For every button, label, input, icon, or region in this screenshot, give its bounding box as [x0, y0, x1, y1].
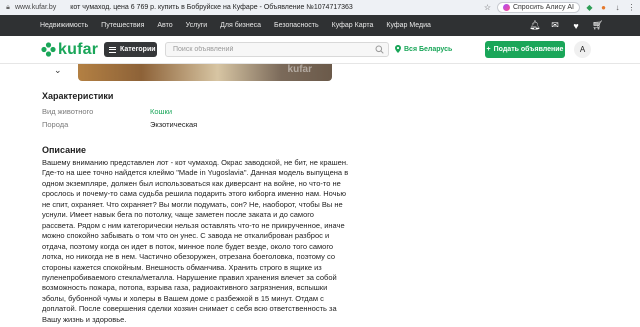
ask-alice-button[interactable]: Спросить Алису AI — [496, 2, 580, 13]
nav-link-map[interactable]: Куфар Карта — [332, 22, 374, 29]
page-tab-title: кот чумаход. цена 6 769 р. купить в Бобр… — [70, 4, 353, 11]
description-line: срослось и почему-то сама судьба решила … — [42, 189, 347, 199]
description-text: Вашему вниманию представлен лот - кот чу… — [42, 158, 349, 325]
region-selector[interactable]: Вся Беларусь — [395, 45, 452, 53]
location-pin-icon — [395, 45, 401, 53]
address-url[interactable]: www.kufar.by — [15, 4, 56, 11]
description-title: Описание — [42, 145, 87, 155]
description-line: стороны кажется спокойным. Внешность обм… — [42, 262, 322, 272]
post-ad-label: Подать объявление — [493, 46, 564, 53]
description-line: можно спокойно забывать о том что он уне… — [42, 231, 330, 241]
nav-link-security[interactable]: Безопасность — [274, 22, 319, 29]
categories-label: Категории — [120, 46, 156, 53]
description-line: Вашему вниманию представлен лот - кот чу… — [42, 158, 349, 167]
listing-photo[interactable]: kufar — [78, 64, 332, 81]
ask-alice-label: Спросить Алису AI — [512, 4, 574, 11]
kufar-logo-icon — [41, 42, 56, 57]
burger-icon — [109, 46, 116, 53]
characteristics-title: Характеристики — [42, 91, 114, 101]
nav-link-realty[interactable]: Недвижимость — [40, 22, 88, 29]
menu-icon[interactable]: ⋮ — [627, 3, 636, 12]
description-line: рассвета. Рядом с ним категорически нель… — [42, 220, 345, 230]
char-key: Вид животного — [42, 107, 94, 116]
description-line: Вашу жизнь и здоровье. — [42, 314, 127, 324]
logo-text: kufar — [58, 41, 99, 58]
description-line: не спит, охраняет. Что охраняет? Вы могл… — [42, 199, 343, 209]
description-line: одном экземпляре, должен был использоват… — [42, 178, 341, 188]
nav-link-travel[interactable]: Путешествия — [101, 22, 144, 29]
search-icon[interactable] — [375, 45, 384, 54]
download-icon[interactable]: ↓ — [613, 3, 622, 12]
avatar[interactable]: А — [574, 41, 591, 58]
search-input[interactable] — [173, 46, 373, 53]
description-line: отдача, поэтому когда он идет в поток, м… — [42, 241, 334, 251]
region-label: Вся Беларусь — [404, 45, 453, 53]
kufar-logo[interactable]: kufar — [41, 41, 99, 58]
nav-link-business[interactable]: Для бизнеса — [220, 22, 261, 29]
plus-icon: + — [486, 46, 491, 53]
char-value: Экзотическая — [150, 120, 198, 129]
char-value-link[interactable]: Кошки — [150, 107, 172, 116]
description-line: эболы, бубонной чумы и холеры в Вашем до… — [42, 293, 324, 303]
chat-icon[interactable]: ✉ — [550, 20, 560, 31]
description-line: возможность пожара, потопа, взрыва газа,… — [42, 283, 328, 293]
nav-link-media[interactable]: Куфар Медиа — [386, 22, 431, 29]
cart-icon[interactable]: 🛒︎ — [592, 20, 603, 31]
post-ad-button[interactable]: + Подать объявление — [485, 41, 565, 58]
lock-icon[interactable]: 🔒︎ — [3, 4, 13, 12]
description-line: пуленепробиваемого стекла/металла. Наруш… — [42, 272, 337, 282]
categories-button[interactable]: Категории — [104, 42, 157, 57]
search-box — [165, 42, 389, 57]
browser-address-bar: 🔒︎ www.kufar.by кот чумаход. цена 6 769 … — [0, 0, 640, 15]
top-navigation: Недвижимость Путешествия Авто Услуги Для… — [0, 15, 640, 36]
nav-link-services[interactable]: Услуги — [186, 22, 208, 29]
chevron-down-icon[interactable]: ⌄ — [54, 65, 62, 76]
shield-icon[interactable]: ◆ — [585, 3, 594, 12]
char-row: Порода Экзотическая — [42, 120, 197, 129]
star-icon[interactable]: ☆ — [483, 3, 492, 12]
description-line: уснули. Имеет навык бега по потолку, чащ… — [42, 210, 314, 220]
photo-watermark: kufar — [287, 64, 312, 75]
nav-link-auto[interactable]: Авто — [157, 22, 172, 29]
description-line: доплатой. После совершения сделки хозяин… — [42, 304, 337, 314]
description-line: лотка, но никогда не в нем. Частично обе… — [42, 252, 336, 262]
char-row: Вид животного Кошки — [42, 107, 172, 116]
description-line: Где-то на шее точно найдется клеймо "Mad… — [42, 168, 349, 178]
heart-icon[interactable]: ♥ — [571, 21, 581, 31]
alice-icon — [502, 4, 510, 11]
bell-icon[interactable]: 🔔︎ — [529, 20, 540, 31]
extension-icon[interactable]: ● — [599, 3, 608, 12]
site-header: kufar Категории Вся Беларусь + Подать об… — [0, 36, 640, 64]
char-key: Порода — [42, 120, 69, 129]
